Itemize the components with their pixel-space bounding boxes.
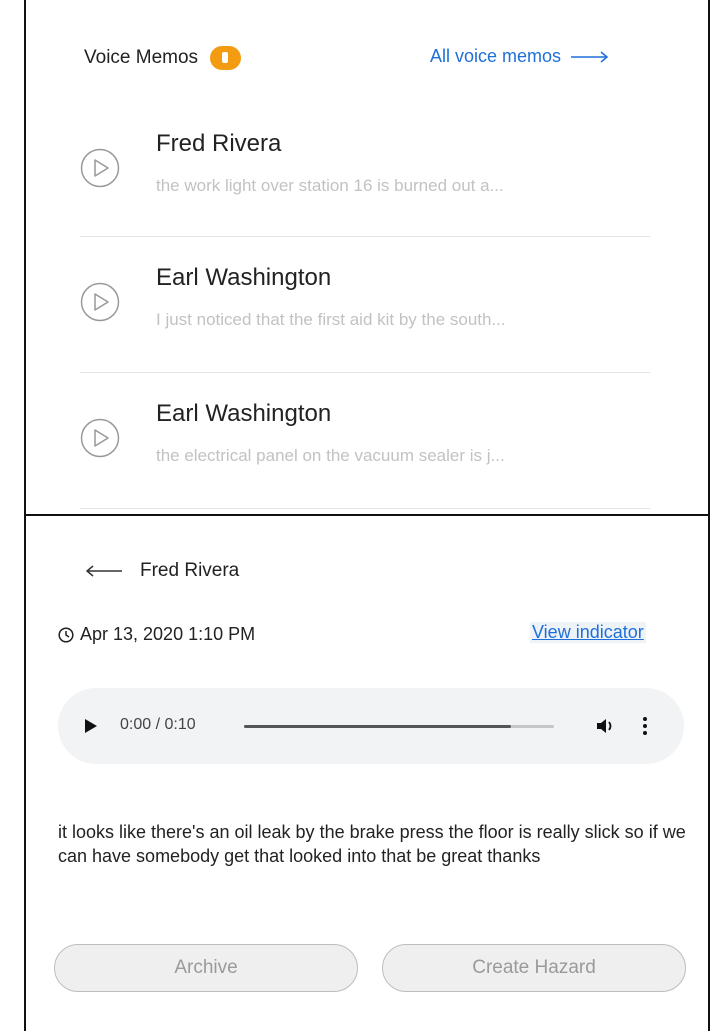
memo-item[interactable]: Fred Rivera the work light over station … [80,130,650,210]
play-circle-icon[interactable] [80,282,120,322]
memo-detail-panel: Fred Rivera Apr 13, 2020 1:10 PM View in… [24,514,710,1031]
arrow-right-icon [571,50,609,63]
memo-transcript: it looks like there's an oil leak by the… [58,822,686,866]
audio-player: 0:00 / 0:10 [58,688,684,764]
play-circle-icon[interactable] [80,418,120,458]
audio-progress-track[interactable] [244,725,554,728]
view-indicator-link[interactable]: View indicator [530,622,646,643]
memo-count-value: 8 [222,52,229,63]
divider [80,372,650,373]
voice-memos-header: Voice Memos 8 [84,46,242,70]
voice-memos-title: Voice Memos [84,47,199,68]
play-icon[interactable] [84,718,98,734]
memo-preview: I just noticed that the first aid kit by… [156,310,506,329]
divider [80,508,650,509]
memo-author: Earl Washington [156,400,332,427]
divider [80,236,650,237]
more-vert-icon[interactable] [642,716,648,736]
audio-progress-fill [244,725,511,728]
memo-author: Fred Rivera [156,130,282,157]
memo-count-badge: 8 [210,46,242,70]
memo-author: Earl Washington [156,264,332,291]
voice-memos-panel: Voice Memos 8 All voice memos Fred River… [24,0,710,516]
memo-datetime: Apr 13, 2020 1:10 PM [80,624,256,644]
volume-icon[interactable] [596,717,616,735]
datetime-row: Apr 13, 2020 1:10 PM [58,624,255,645]
detail-header: Fred Rivera [86,560,239,582]
arrow-left-icon[interactable] [86,564,122,578]
memo-preview: the work light over station 16 is burned… [156,176,504,195]
memo-item[interactable]: Earl Washington the electrical panel on … [80,400,650,480]
play-circle-icon[interactable] [80,148,120,188]
memo-item[interactable]: Earl Washington I just noticed that the … [80,264,650,344]
memo-preview: the electrical panel on the vacuum seale… [156,446,505,465]
create-hazard-button[interactable]: Create Hazard [382,944,686,992]
clock-icon [58,626,74,643]
detail-author: Fred Rivera [140,560,240,581]
archive-button[interactable]: Archive [54,944,358,992]
all-voice-memos-label: All voice memos [430,46,562,66]
all-voice-memos-link[interactable]: All voice memos [430,46,609,67]
audio-time: 0:00 / 0:10 [120,716,196,733]
